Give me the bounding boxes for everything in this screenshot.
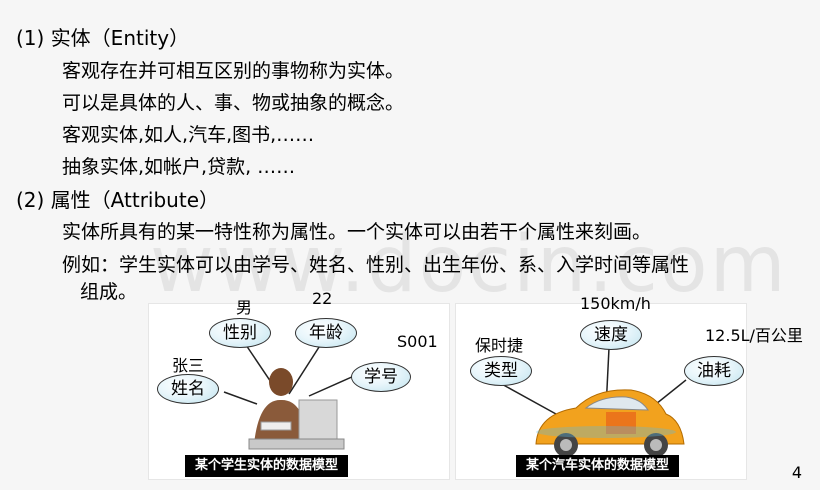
attribute-example: 例如：学生实体可以由学号、姓名、性别、出生年份、系、入学时间等属性	[62, 254, 690, 276]
value-id: S001	[397, 332, 438, 351]
attribute-example-cont: 组成。	[80, 281, 138, 303]
student-model-caption: 某个学生实体的数据模型	[185, 455, 349, 477]
attr-id-ellipse: 学号	[351, 362, 411, 392]
value-fuel: 12.5L/百公里	[705, 326, 803, 345]
attribute-definition: 实体所具有的某一特性称为属性。一个实体可以由若干个属性来刻画。	[62, 221, 652, 243]
value-speed: 150km/h	[580, 294, 651, 313]
attr-type-ellipse: 类型	[470, 356, 532, 386]
attr-fuel-ellipse: 油耗	[684, 356, 744, 386]
entity-concrete-examples: 客观实体,如人,汽车,图书,……	[62, 124, 315, 146]
heading-attribute: (2) 属性（Attribute）	[16, 188, 219, 212]
car-model-panel: 类型 速度 油耗 某个汽车实体的数据模型	[455, 303, 747, 480]
attr-name-ellipse: 姓名	[157, 374, 219, 404]
entity-abstract-examples: 抽象实体,如帐户,贷款, ……	[62, 156, 296, 178]
entity-scope: 可以是具体的人、事、物或抽象的概念。	[62, 92, 405, 114]
value-name: 张三	[172, 356, 205, 375]
value-type: 保时捷	[475, 336, 524, 355]
value-gender: 男	[236, 298, 253, 317]
student-model-panel: 性别 年龄 姓名 学号 某个学生实体的数据模型	[148, 303, 450, 480]
student-figure	[248, 368, 345, 450]
page-number: 4	[791, 463, 802, 482]
attr-gender-ellipse: 性别	[209, 318, 271, 348]
value-age: 22	[312, 289, 333, 308]
attr-age-ellipse: 年龄	[295, 318, 357, 348]
attr-speed-ellipse: 速度	[580, 320, 642, 350]
car-model-caption: 某个汽车实体的数据模型	[516, 455, 680, 477]
heading-entity: (1) 实体（Entity）	[16, 26, 190, 50]
entity-definition: 客观存在并可相互区别的事物称为实体。	[62, 60, 405, 82]
